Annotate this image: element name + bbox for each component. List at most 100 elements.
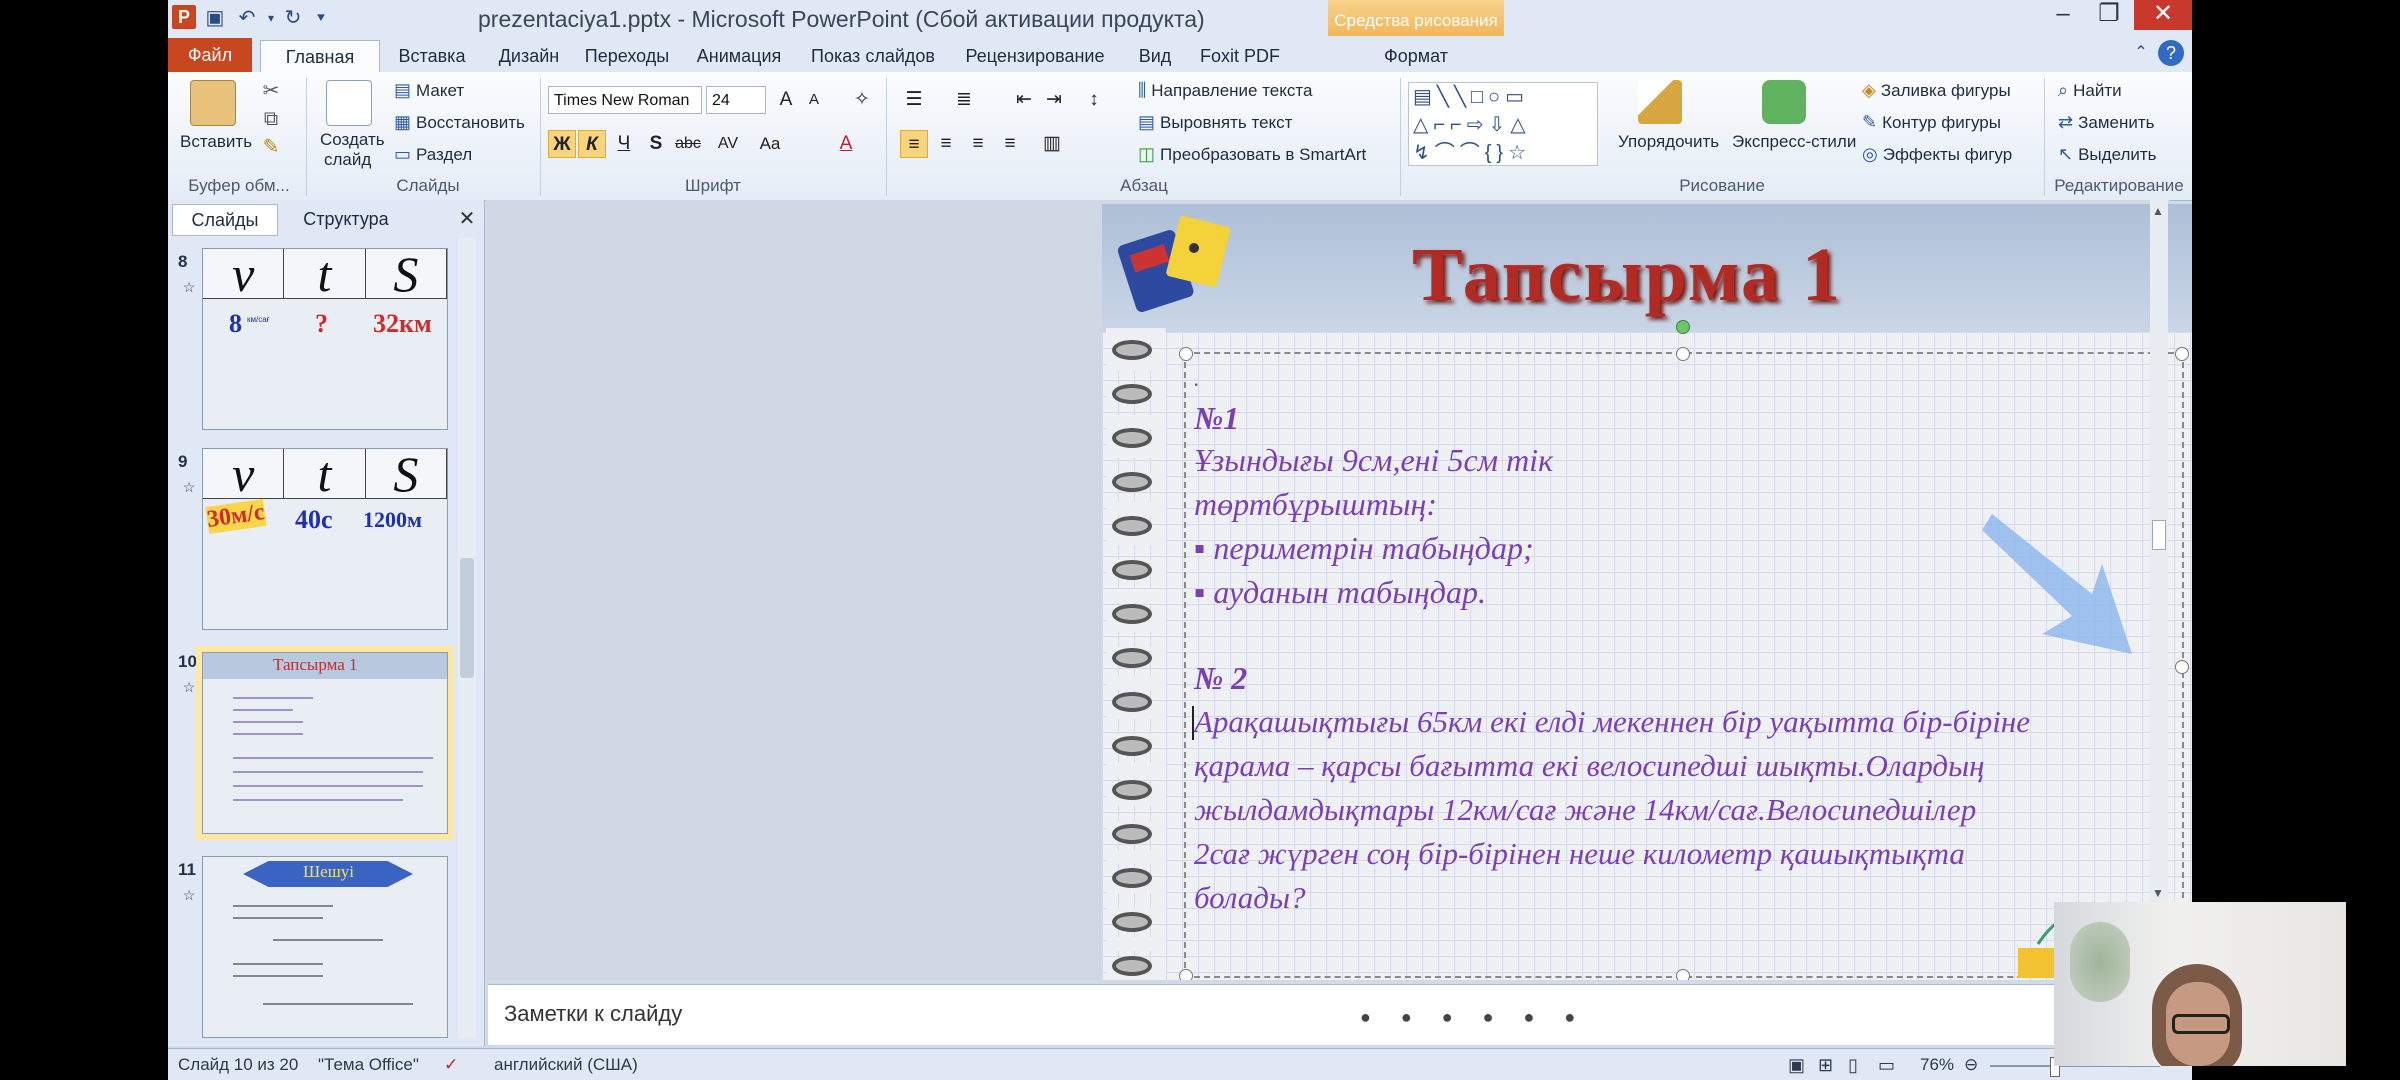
bold-button[interactable]: Ж [548,130,576,158]
slide-thumbnail[interactable]: v t S 8 км/сағ ? 32км [202,248,448,430]
section-button[interactable]: ▭ Раздел [394,144,472,165]
scrollbar-thumb[interactable] [460,558,474,678]
tab-slide-show[interactable]: Показ слайдов [798,40,948,72]
zoom-level[interactable]: 76% [1920,1055,1954,1075]
notes-placeholder[interactable]: Заметки к слайду [504,1001,682,1027]
notes-pane[interactable]: Заметки к слайду ●●●●●● [488,984,2192,1045]
new-slide-icon[interactable] [326,80,372,126]
grow-font-icon[interactable]: A [772,86,800,114]
resize-handle[interactable] [2175,347,2189,361]
scrollbar-thumb[interactable] [2152,520,2166,550]
resize-handle[interactable] [1179,347,1193,361]
paste-button[interactable]: Вставить [180,132,252,152]
tab-view[interactable]: Вид [1122,40,1188,72]
resize-handle[interactable] [2175,660,2189,674]
tab-foxit-pdf[interactable]: Foxit PDF [1190,40,1290,72]
new-slide-label-2[interactable]: слайд [324,150,371,170]
tab-home[interactable]: Главная [260,40,380,73]
shrink-font-icon[interactable]: A [800,86,828,114]
arrange-icon[interactable] [1638,80,1682,124]
resize-handle[interactable] [1179,969,1193,980]
rotate-handle[interactable] [1676,320,1690,334]
new-slide-label-1[interactable]: Создать [320,130,385,150]
scroll-up-icon[interactable]: ▲ [2152,204,2164,218]
increase-indent-icon[interactable]: ⇥ [1040,86,1068,114]
align-left-icon[interactable]: ≡ [900,130,928,158]
decrease-indent-icon[interactable]: ⇤ [1010,86,1038,114]
close-pane-icon[interactable]: ✕ [454,206,480,232]
powerpoint-app-icon[interactable]: P [172,5,196,29]
resize-handle[interactable] [1676,969,1690,980]
shapes-gallery[interactable]: ▤╲╲□○▭ △⌐⌐⇨⇩△ ↯⌒⌒{}☆ [1408,82,1598,166]
cut-icon[interactable]: ✂ [258,78,284,104]
tab-insert[interactable]: Вставка [380,40,484,72]
find-button[interactable]: ⌕ Найти [2058,80,2122,101]
tab-animation[interactable]: Анимация [682,40,796,72]
tab-slides[interactable]: Слайды [172,204,278,236]
underline-button[interactable]: Ч [610,130,638,158]
align-center-icon[interactable]: ≡ [932,130,960,158]
shape-outline-button[interactable]: ✎ Контур фигуры [1862,112,2001,133]
minimize-button[interactable]: – [2038,0,2088,30]
align-right-icon[interactable]: ≡ [964,130,992,158]
zoom-out-icon[interactable]: ⊖ [1964,1055,1978,1075]
theme-name[interactable]: "Тема Office" [318,1055,419,1075]
tab-review[interactable]: Рецензирование [950,40,1120,72]
shape-effects-button[interactable]: ◎ Эффекты фигур [1862,144,2012,165]
copy-icon[interactable]: ⧉ [258,106,284,132]
slide-title[interactable]: Тапсырма 1 [1412,232,1842,319]
reading-view-icon[interactable]: ▯ [1848,1055,1858,1076]
tab-transitions[interactable]: Переходы [574,40,680,72]
font-color-button[interactable]: A [832,130,860,158]
current-slide[interactable]: Тапсырма 1 . №1 Ұзындығы 9см,ені 5см тік… [1102,204,2192,980]
slide-sorter-icon[interactable]: ⊞ [1818,1055,1833,1076]
save-icon[interactable]: ▣ [202,5,228,31]
slide-thumbnail[interactable]: Шешуі [202,856,448,1038]
tab-format[interactable]: Формат [1328,40,1504,72]
language-indicator[interactable]: английский (США) [494,1055,638,1075]
slide-thumbnail-selected[interactable]: Тапсырма 1 [196,646,454,840]
close-button[interactable]: ✕ [2134,0,2192,30]
change-case-button[interactable]: Aa [756,130,784,158]
customize-toolbar-icon[interactable]: ⯆ [308,5,334,31]
slide-thumbnail[interactable]: v t S 30м/с 40с 1200м [202,448,448,630]
redo-icon[interactable]: ↻ [280,5,306,31]
align-text-button[interactable]: ▤ Выровнять текст [1138,112,1292,133]
arrange-button[interactable]: Упорядочить [1618,132,1719,152]
reset-button[interactable]: ▦ Восстановить [394,112,525,133]
shape-fill-button[interactable]: ◈ Заливка фигуры [1862,80,2011,101]
numbering-icon[interactable]: ≣ [950,86,978,114]
italic-button[interactable]: К [578,130,606,158]
bullets-icon[interactable]: ☰ [900,86,928,114]
spellcheck-icon[interactable]: ✓ [444,1055,458,1075]
replace-button[interactable]: ⇄ Заменить [2058,112,2155,133]
undo-icon[interactable]: ↶ [234,5,260,31]
layout-button[interactable]: ▤ Макет [394,80,464,101]
scroll-down-icon[interactable]: ▼ [2152,886,2164,900]
tab-file[interactable]: Файл [168,38,252,72]
line-spacing-icon[interactable]: ↕ [1080,86,1108,114]
slide-scrollbar[interactable]: ▲ ▼ [2150,200,2168,980]
collapse-ribbon-icon[interactable]: ⌃ [2128,40,2154,66]
select-button[interactable]: ↖ Выделить [2058,144,2157,165]
slide-show-icon[interactable]: ▭ [1878,1055,1895,1076]
clear-formatting-icon[interactable]: ✧ [848,86,876,114]
columns-icon[interactable]: ▥ [1038,130,1066,158]
normal-view-icon[interactable]: ▣ [1788,1055,1805,1076]
help-icon[interactable]: ? [2158,40,2184,66]
maximize-button[interactable]: ❐ [2084,0,2134,30]
format-painter-icon[interactable]: ✎ [258,134,284,160]
slides-pane-scrollbar[interactable] [458,238,476,1038]
quick-styles-icon[interactable] [1762,80,1806,124]
character-spacing-button[interactable]: AV [714,130,742,158]
font-name-combo[interactable]: Times New Roman [548,86,702,114]
resize-handle[interactable] [1676,347,1690,361]
font-size-combo[interactable]: 24 [706,86,766,114]
shadow-button[interactable]: S [642,130,670,158]
justify-icon[interactable]: ≡ [996,130,1024,158]
quick-styles-button[interactable]: Экспресс-стили [1732,132,1856,152]
convert-smartart-button[interactable]: ◫ Преобразовать в SmartArt [1138,144,1366,165]
tab-outline[interactable]: Структура [280,204,412,234]
tab-design[interactable]: Дизайн [486,40,572,72]
strikethrough-button[interactable]: abc [674,130,702,158]
